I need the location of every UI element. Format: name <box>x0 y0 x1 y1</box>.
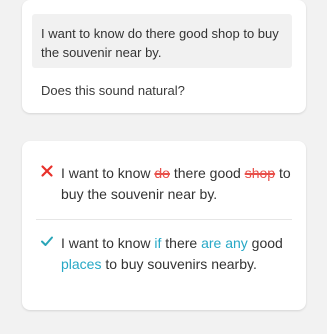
sentence-text: good <box>247 235 283 251</box>
question-card: I want to know do there good shop to buy… <box>22 0 306 113</box>
added-word: places <box>61 256 102 272</box>
correction-card: I want to know do there good shop to buy… <box>22 141 306 310</box>
sentence-text: to buy souvenirs nearby. <box>101 256 257 272</box>
quoted-sentence: I want to know do there good shop to buy… <box>32 14 292 68</box>
removed-word: shop <box>244 165 276 181</box>
sentence-text: there <box>161 235 202 251</box>
question-text: Does this sound natural? <box>41 83 185 98</box>
corrected-sentence: I want to know if there are any good pla… <box>61 233 297 275</box>
sentence-text: I want to know <box>61 165 155 181</box>
sentence-text: I want to know <box>61 235 155 251</box>
cross-icon <box>40 164 54 178</box>
check-icon <box>40 234 54 248</box>
sentence-text: there good <box>169 165 245 181</box>
divider <box>36 219 292 220</box>
added-word: are any <box>201 235 248 251</box>
original-sentence: I want to know do there good shop to buy… <box>61 163 297 205</box>
removed-word: do <box>154 165 170 181</box>
